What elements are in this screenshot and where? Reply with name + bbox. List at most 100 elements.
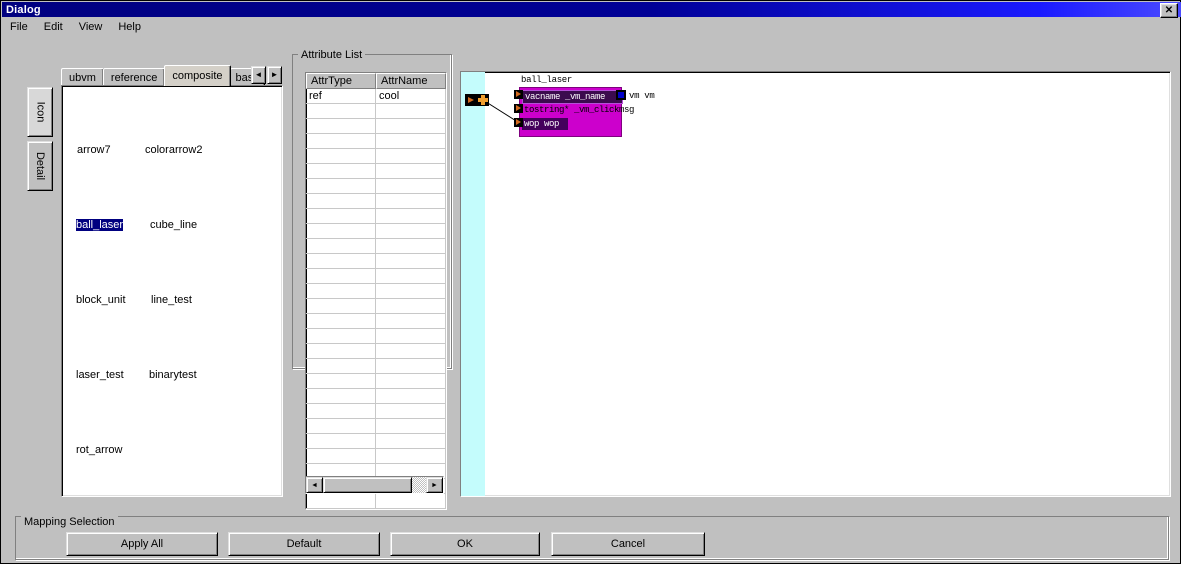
dialog-window: Dialog ✕ File Edit View Help Icon Detail… — [0, 0, 1181, 564]
vtab-detail[interactable]: Detail — [27, 141, 53, 191]
table-row-empty[interactable] — [306, 299, 446, 314]
table-row-empty[interactable] — [306, 164, 446, 179]
table-cell — [306, 284, 376, 298]
node-ball-laser[interactable]: vacname _vm_name tostring* _vm_clickmsg … — [519, 87, 634, 137]
table-cell — [306, 404, 376, 418]
table-row-empty[interactable] — [306, 224, 446, 239]
table-cell — [376, 389, 446, 403]
column-header-attrname[interactable]: AttrName — [376, 73, 446, 89]
diagram-canvas[interactable]: ball_laser vacname _vm_name tostring* _v… — [460, 71, 1171, 497]
table-cell — [376, 404, 446, 418]
table-row-empty[interactable] — [306, 434, 446, 449]
table-row-empty[interactable] — [306, 284, 446, 299]
table-row-empty[interactable] — [306, 329, 446, 344]
table-cell — [306, 119, 376, 133]
table-cell — [376, 494, 446, 508]
table-row-empty[interactable] — [306, 419, 446, 434]
table-row-empty[interactable] — [306, 344, 446, 359]
scrollbar-trough[interactable] — [412, 477, 426, 493]
tab-ubvm[interactable]: ubvm — [61, 68, 104, 86]
table-row-empty[interactable] — [306, 449, 446, 464]
title-bar: Dialog ✕ — [2, 2, 1181, 18]
table-cell — [376, 449, 446, 463]
column-header-attrtype[interactable]: AttrType — [306, 73, 376, 89]
table-cell — [306, 359, 376, 373]
table-row-empty[interactable] — [306, 194, 446, 209]
table-row-empty[interactable] — [306, 254, 446, 269]
icon-list-item[interactable]: line_test — [151, 294, 192, 306]
table-cell — [306, 419, 376, 433]
table-cell — [306, 239, 376, 253]
table-row-empty[interactable] — [306, 179, 446, 194]
arrow-tool-icon[interactable] — [465, 94, 477, 106]
tab-reference[interactable]: reference — [102, 68, 166, 86]
canvas-left-strip — [461, 72, 485, 496]
table-cell — [306, 494, 376, 508]
scrollbar-thumb[interactable] — [323, 477, 412, 493]
plus-tool-icon[interactable] — [477, 94, 489, 106]
table-row-empty[interactable] — [306, 389, 446, 404]
node-row-0[interactable]: vacname _vm_name — [522, 90, 623, 104]
table-row-empty[interactable] — [306, 494, 446, 509]
icon-list-item[interactable]: laser_test — [76, 369, 124, 381]
table-row-empty[interactable] — [306, 374, 446, 389]
input-port-0[interactable] — [514, 90, 523, 99]
icon-list-item[interactable]: rot_arrow — [76, 444, 122, 456]
node-row-2[interactable]: wop wop — [522, 118, 568, 130]
table-row-empty[interactable] — [306, 404, 446, 419]
table-row[interactable]: ref cool — [306, 89, 446, 104]
icon-list-item[interactable]: arrow7 — [77, 144, 111, 156]
table-cell — [376, 104, 446, 118]
icon-list-pane[interactable]: arrow7 colorarrow2 ball_laser cube_linebloc… — [61, 85, 283, 497]
table-cell — [376, 359, 446, 373]
table-row-empty[interactable] — [306, 209, 446, 224]
table-cell — [306, 329, 376, 343]
tab-scroll-left-icon[interactable]: ◄ — [251, 66, 266, 84]
table-row-empty[interactable] — [306, 104, 446, 119]
attribute-table-body: ref cool — [306, 89, 446, 509]
attribute-table[interactable]: AttrType AttrName ref cool — [305, 72, 447, 510]
table-cell — [376, 134, 446, 148]
window-title: Dialog — [6, 3, 41, 16]
chevron-right-icon: ► — [270, 70, 279, 79]
scroll-right-icon[interactable]: ► — [426, 477, 443, 493]
table-cell — [376, 164, 446, 178]
scroll-left-icon[interactable]: ◄ — [306, 477, 323, 493]
close-icon[interactable]: ✕ — [1160, 3, 1178, 18]
menu-item-edit[interactable]: Edit — [36, 19, 71, 35]
input-port-2[interactable] — [514, 118, 523, 127]
table-row-empty[interactable] — [306, 134, 446, 149]
cancel-button[interactable]: Cancel — [551, 532, 705, 556]
icon-list-item[interactable]: block_unit — [76, 294, 126, 306]
icon-list-item[interactable]: binarytest — [149, 369, 197, 381]
table-cell — [376, 434, 446, 448]
menu-item-view[interactable]: View — [71, 19, 111, 35]
node-row-1[interactable]: tostring* _vm_clickmsg — [522, 104, 634, 116]
output-port-vm[interactable] — [616, 90, 626, 100]
table-cell — [376, 374, 446, 388]
vtab-icon[interactable]: Icon — [27, 87, 53, 137]
apply-all-button[interactable]: Apply All — [66, 532, 218, 556]
menu-item-help[interactable]: Help — [110, 19, 149, 35]
table-row-empty[interactable] — [306, 314, 446, 329]
vtab-icon-label: Icon — [33, 101, 46, 123]
table-row-empty[interactable] — [306, 269, 446, 284]
input-port-1[interactable] — [514, 104, 523, 113]
tab-scroll-right-icon[interactable]: ► — [267, 66, 282, 84]
table-row-empty[interactable] — [306, 149, 446, 164]
icon-list-item[interactable]: cube_line — [150, 219, 197, 231]
menu-item-file[interactable]: File — [2, 19, 36, 35]
attribute-table-hscrollbar[interactable]: ◄ ► — [305, 476, 444, 494]
table-row-empty[interactable] — [306, 359, 446, 374]
output-port-label: vm vm — [629, 91, 655, 101]
table-row-empty[interactable] — [306, 239, 446, 254]
tab-composite[interactable]: composite — [164, 65, 231, 86]
table-cell — [376, 194, 446, 208]
icon-list-item[interactable]: ball_laser — [74, 218, 125, 232]
icon-list-item[interactable]: colorarrow2 — [145, 144, 202, 156]
ok-button[interactable]: OK — [390, 532, 540, 556]
default-button[interactable]: Default — [228, 532, 380, 556]
table-row-empty[interactable] — [306, 119, 446, 134]
table-cell — [306, 149, 376, 163]
vtab-detail-label: Detail — [34, 151, 46, 181]
